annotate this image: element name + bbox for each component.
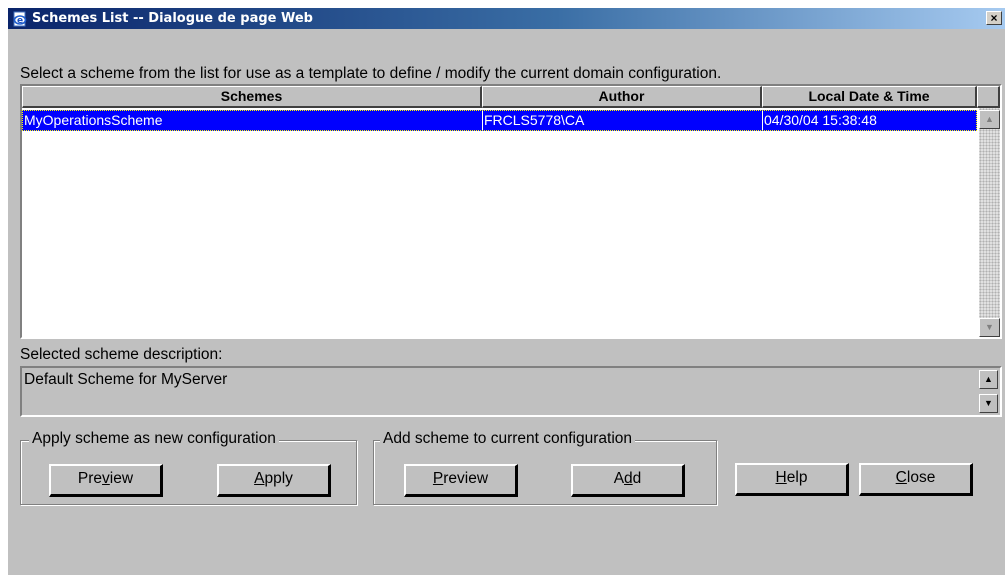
help-button[interactable]: Help — [735, 463, 849, 496]
window-title: Schemes List -- Dialogue de page Web — [32, 11, 313, 26]
description-text: Default Scheme for MyServer — [24, 371, 228, 388]
add-preview-button[interactable]: Preview — [404, 464, 518, 497]
description-field[interactable]: Default Scheme for MyServer ▲ ▼ — [20, 366, 1002, 417]
window-close-button[interactable]: × — [986, 11, 1002, 25]
column-separator — [762, 111, 763, 130]
description-scroll-down-icon[interactable]: ▼ — [979, 394, 998, 413]
cell-datetime: 04/30/04 15:38:48 — [764, 112, 877, 128]
apply-preview-button[interactable]: Preview — [49, 464, 163, 497]
cell-scheme-name: MyOperationsScheme — [24, 112, 163, 128]
column-header-datetime[interactable]: Local Date & Time — [762, 86, 977, 108]
column-header-schemes[interactable]: Schemes — [22, 86, 482, 108]
column-separator — [482, 111, 483, 130]
add-group-legend: Add scheme to current configuration — [380, 430, 635, 448]
add-button[interactable]: Add — [571, 464, 685, 497]
ie-page-icon: e — [13, 11, 27, 27]
title-bar[interactable]: e Schemes List -- Dialogue de page Web × — [8, 8, 1005, 29]
description-scrollbar[interactable]: ▲ ▼ — [979, 370, 998, 413]
column-header-author[interactable]: Author — [482, 86, 762, 108]
description-label: Selected scheme description: — [20, 346, 223, 363]
scroll-up-arrow-icon[interactable]: ▲ — [979, 110, 1000, 129]
scroll-down-arrow-icon[interactable]: ▼ — [979, 318, 1000, 337]
dialog-window: e Schemes List -- Dialogue de page Web ×… — [8, 8, 1005, 575]
column-header-corner — [977, 86, 1000, 108]
add-scheme-group: Add scheme to current configuration Prev… — [373, 430, 717, 505]
svg-text:e: e — [17, 16, 23, 26]
apply-scheme-group: Apply scheme as new configuration Previe… — [20, 430, 357, 505]
instruction-text: Select a scheme from the list for use as… — [20, 65, 722, 82]
table-vertical-scrollbar[interactable]: ▲ ▼ — [979, 108, 1000, 337]
apply-button[interactable]: Apply — [217, 464, 331, 497]
close-button[interactable]: Close — [859, 463, 973, 496]
cell-author: FRCLS5778\CA — [484, 112, 585, 128]
schemes-table: Schemes Author Local Date & Time MyOpera… — [20, 84, 1002, 339]
table-row-selected[interactable]: MyOperationsScheme FRCLS5778\CA 04/30/04… — [22, 110, 977, 131]
apply-group-legend: Apply scheme as new configuration — [29, 430, 279, 448]
description-scroll-up-icon[interactable]: ▲ — [979, 370, 998, 389]
